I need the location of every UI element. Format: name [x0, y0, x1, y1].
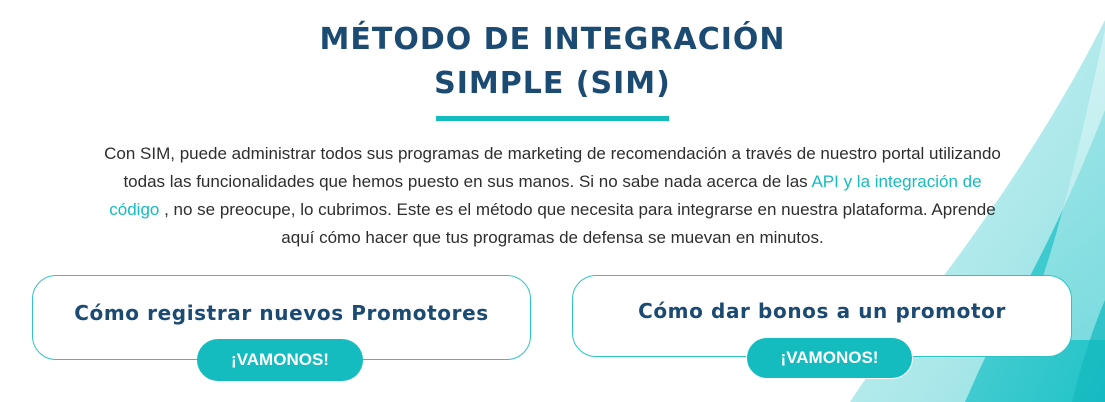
- vamonos-button[interactable]: ¡VAMONOS!: [197, 339, 363, 381]
- description-text-end: , no se preocupe, lo cubrimos. Este es e…: [159, 200, 996, 247]
- page-title-line1: MÉTODO DE INTEGRACIÓN: [319, 22, 786, 57]
- card-title: Cómo registrar nuevos Promotores: [74, 300, 489, 325]
- card-title: Cómo dar bonos a un promotor: [638, 299, 1006, 323]
- vamonos-button[interactable]: ¡VAMONOS!: [746, 337, 913, 379]
- title-underline: [436, 116, 669, 121]
- page-title-line2: SIMPLE (SIM): [434, 66, 671, 101]
- integration-section: MÉTODO DE INTEGRACIÓN SIMPLE (SIM) Con S…: [0, 0, 1105, 402]
- section-description: Con SIM, puede administrar todos sus pro…: [100, 140, 1005, 252]
